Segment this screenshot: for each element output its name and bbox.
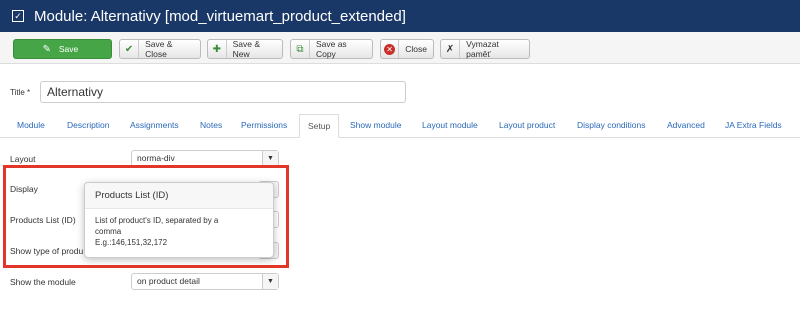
tooltip-title: Products List (ID) xyxy=(85,183,273,209)
clear-cache-button[interactable]: ✗ Vymazat paměť xyxy=(440,39,530,59)
tab-layout-product[interactable]: Layout product xyxy=(499,114,555,138)
tab-layout-module[interactable]: Layout module xyxy=(422,114,478,138)
tooltip-body: List of product's ID, separated by a com… xyxy=(85,209,273,254)
close-icon: ✕ xyxy=(381,40,400,58)
check-icon: ✔ xyxy=(120,40,140,58)
tab-advanced[interactable]: Advanced xyxy=(667,114,705,138)
chevron-down-icon: ▼ xyxy=(262,151,278,166)
save-button[interactable]: ✎ Save xyxy=(13,39,112,59)
toolbar: ✎ Save ✔ Save & Close ✚ Save & New ⧉ Sav… xyxy=(0,32,800,64)
show-module-value: on product detail xyxy=(137,276,200,286)
show-module-label: Show the module xyxy=(10,277,76,287)
tab-ja-extra-fields[interactable]: JA Extra Fields xyxy=(725,114,782,138)
title-label: Title * xyxy=(10,88,31,97)
tab-permissions[interactable]: Permissions xyxy=(241,114,287,138)
layout-value: norma-div xyxy=(137,153,175,163)
tab-show-module[interactable]: Show module xyxy=(350,114,402,138)
checkbox-icon: ✓ xyxy=(12,10,24,22)
tooltip-line: comma xyxy=(95,227,122,236)
save-new-button[interactable]: ✚ Save & New xyxy=(207,39,283,59)
tab-description[interactable]: Description xyxy=(67,114,110,138)
copy-icon: ⧉ xyxy=(291,40,310,58)
save-copy-button[interactable]: ⧉ Save as Copy xyxy=(290,39,373,59)
tooltip-line: List of product's ID, separated by a xyxy=(95,216,219,225)
tab-assignments[interactable]: Assignments xyxy=(130,114,179,138)
layout-label: Layout xyxy=(10,154,36,164)
edit-icon: ✎ xyxy=(42,43,51,55)
close-button[interactable]: ✕ Close xyxy=(380,39,434,59)
tab-setup[interactable]: Setup xyxy=(299,114,340,138)
broom-icon: ✗ xyxy=(441,40,461,58)
page-title: Module: Alternativy [mod_virtuemart_prod… xyxy=(34,7,406,25)
tab-bar: Module Description Assignments Notes Per… xyxy=(0,114,800,138)
tooltip-popover: Products List (ID) List of product's ID,… xyxy=(84,182,274,258)
show-module-select[interactable]: on product detail ▼ xyxy=(131,273,279,290)
tab-display-conditions[interactable]: Display conditions xyxy=(577,114,646,138)
tooltip-example: E.g.:146,151,32,172 xyxy=(95,238,168,247)
save-close-button[interactable]: ✔ Save & Close xyxy=(119,39,201,59)
title-input[interactable]: Alternativy xyxy=(40,81,406,103)
module-header: ✓ Module: Alternativy [mod_virtuemart_pr… xyxy=(0,0,800,32)
plus-icon: ✚ xyxy=(208,40,227,58)
tab-module[interactable]: Module xyxy=(17,114,45,138)
tab-notes[interactable]: Notes xyxy=(200,114,222,138)
chevron-down-icon: ▼ xyxy=(262,274,278,289)
